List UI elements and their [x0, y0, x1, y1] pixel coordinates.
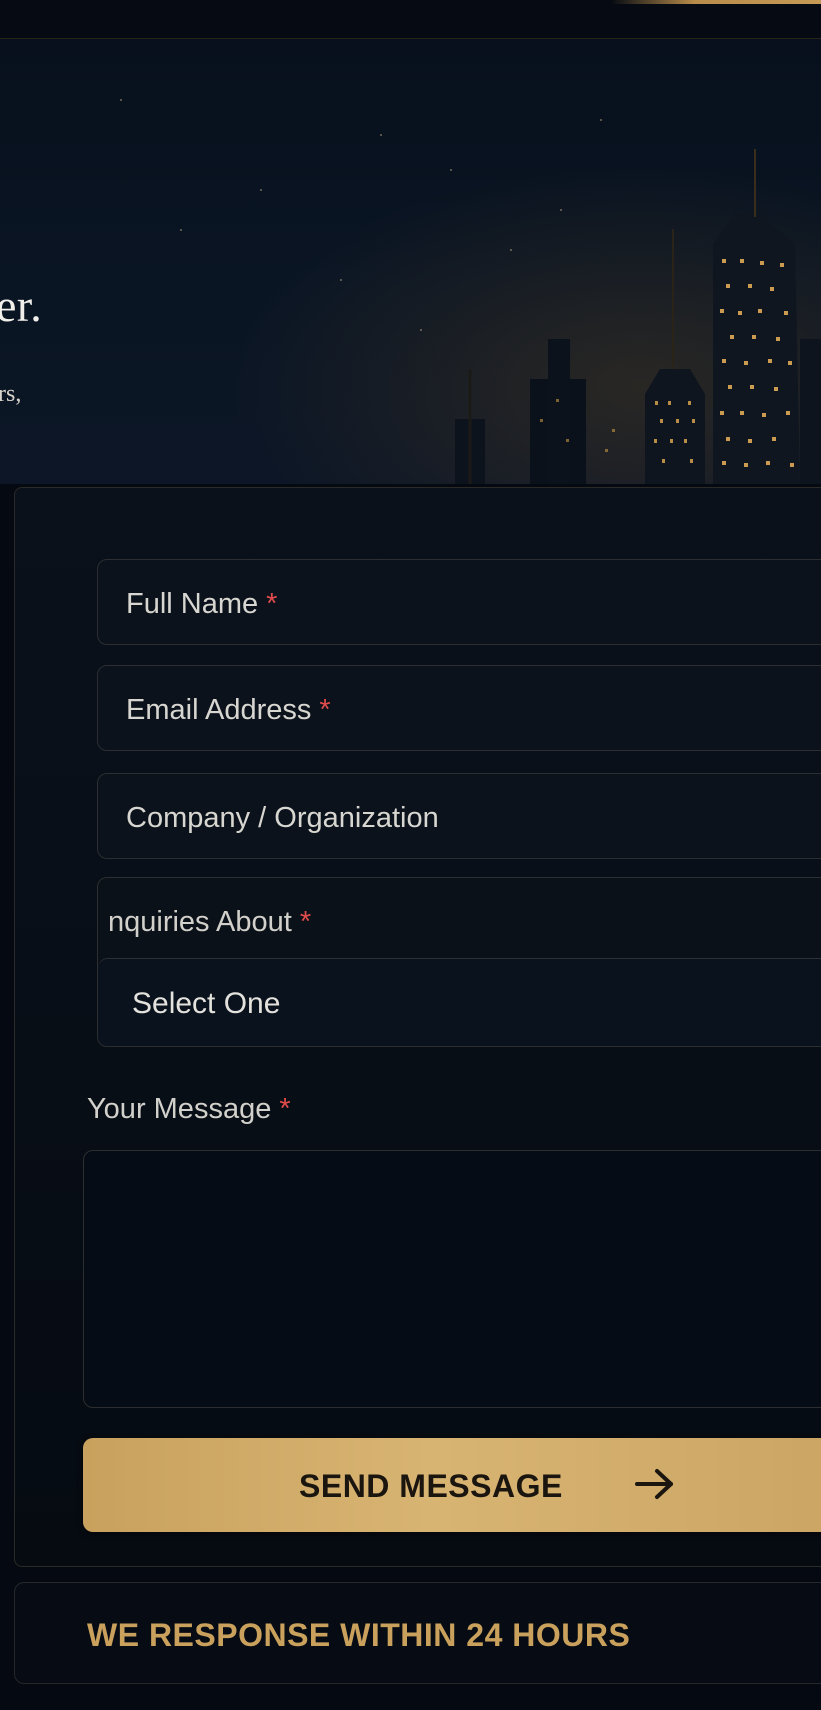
send-message-label: SEND MESSAGE: [299, 1468, 563, 1504]
send-message-button[interactable]: SEND MESSAGE: [83, 1438, 821, 1532]
city-skyline-image: [455, 149, 821, 484]
hero-subtitle: rs,: [0, 381, 22, 407]
company-label: Company / Organization: [126, 802, 439, 834]
star-decoration: [600, 119, 602, 121]
contact-form: Full Name * Email Address * Company / Orga…: [14, 487, 821, 1567]
response-time-banner: WE RESPONSE WITHIN 24 HOURS: [14, 1582, 821, 1684]
top-nav-bar: [0, 0, 821, 39]
star-decoration: [180, 229, 182, 231]
inquiry-selected-value: Select One: [132, 987, 281, 1020]
star-decoration: [510, 249, 512, 251]
full-name-label: Full Name *: [126, 588, 278, 620]
inquiry-select-group: nquiries About * Select One: [97, 877, 821, 1047]
star-decoration: [120, 99, 122, 101]
star-decoration: [340, 279, 342, 281]
hero-section: er. rs,: [0, 39, 821, 484]
star-decoration: [450, 169, 452, 171]
inquiry-select[interactable]: Select One: [98, 958, 821, 1046]
contact-page: er. rs, Full Name * Email Address * Compan…: [0, 0, 821, 1710]
arrow-right-icon: [635, 1469, 673, 1499]
required-marker: *: [266, 588, 278, 620]
nav-accent: [611, 0, 821, 4]
company-field[interactable]: Company / Organization: [97, 773, 821, 859]
star-decoration: [420, 329, 422, 331]
email-field[interactable]: Email Address *: [97, 665, 821, 751]
star-decoration: [560, 209, 562, 211]
message-label: Your Message *: [87, 1093, 291, 1125]
hero-title: er.: [0, 280, 43, 331]
email-label: Email Address *: [126, 694, 331, 726]
response-time-text: WE RESPONSE WITHIN 24 HOURS: [87, 1617, 631, 1653]
star-decoration: [380, 134, 382, 136]
message-textarea[interactable]: [83, 1150, 821, 1408]
required-marker: *: [319, 694, 331, 726]
full-name-field[interactable]: Full Name *: [97, 559, 821, 645]
required-marker: *: [279, 1093, 291, 1125]
required-marker: *: [299, 906, 312, 938]
inquiry-label: nquiries About *: [108, 906, 312, 938]
star-decoration: [260, 189, 262, 191]
